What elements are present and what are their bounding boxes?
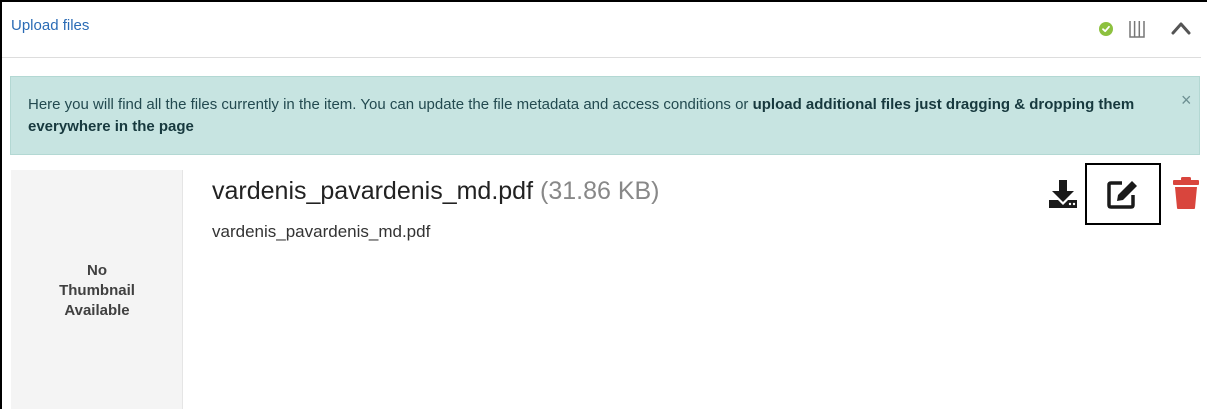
- alert-message: Here you will find all the files current…: [28, 94, 1138, 138]
- upload-files-link[interactable]: Upload files: [11, 17, 89, 34]
- thumbnail-text: No Thumbnail Available: [11, 261, 183, 321]
- edit-icon[interactable]: [1106, 178, 1140, 210]
- trash-icon[interactable]: [1172, 176, 1200, 210]
- file-name: vardenis_pavardenis_md.pdf: [212, 177, 534, 205]
- file-size: (31.86 KB): [540, 177, 660, 205]
- upload-section-header: Upload files: [2, 2, 1201, 58]
- thumbnail-placeholder: No Thumbnail Available: [11, 170, 183, 409]
- info-alert: Here you will find all the files current…: [10, 76, 1200, 155]
- check-circle-icon: [1099, 22, 1113, 36]
- thumbnail-line-1: No: [87, 262, 107, 279]
- chevron-up-icon[interactable]: [1170, 19, 1192, 37]
- columns-icon[interactable]: [1128, 18, 1146, 40]
- close-icon[interactable]: ×: [1181, 91, 1192, 109]
- file-title: vardenis_pavardenis_md.pdf (31.86 KB): [212, 177, 660, 206]
- download-icon[interactable]: [1047, 178, 1079, 210]
- thumbnail-line-3: Available: [64, 302, 130, 319]
- alert-text-plain: Here you will find all the files current…: [28, 96, 753, 113]
- thumbnail-line-2: Thumbnail: [59, 282, 135, 299]
- file-subtitle: vardenis_pavardenis_md.pdf: [212, 222, 431, 241]
- edit-button[interactable]: [1085, 163, 1161, 225]
- file-row: No Thumbnail Available vardenis_pavarden…: [2, 163, 1201, 409]
